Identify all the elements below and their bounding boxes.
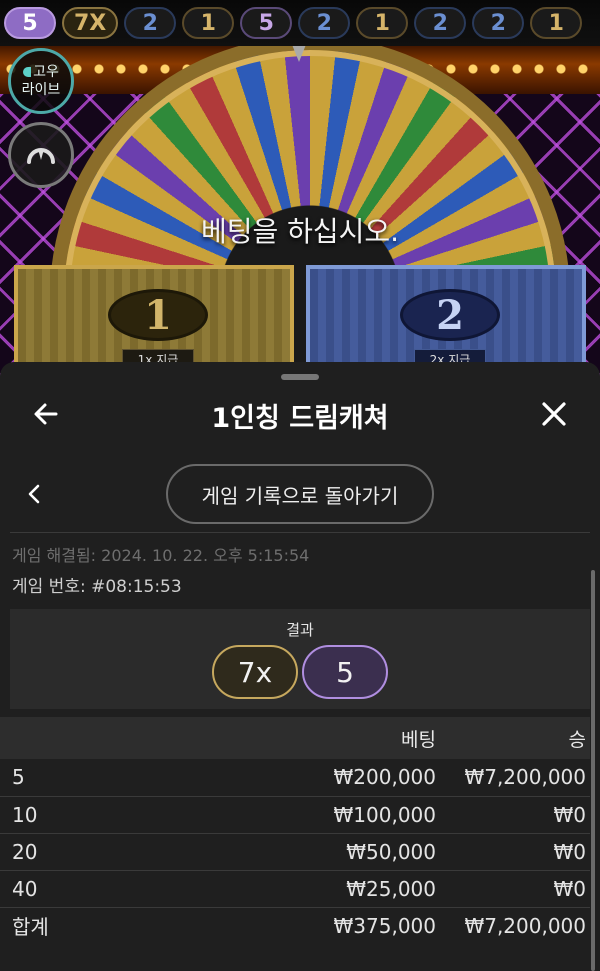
result-history-chip: 5 xyxy=(4,7,56,39)
table-row: 40 ₩25,000 ₩0 xyxy=(0,870,590,908)
cell-spot: 10 xyxy=(0,796,180,834)
cell-total-bet: ₩375,000 xyxy=(333,913,436,938)
live-lobby-button[interactable]: 고우 라이브 xyxy=(8,48,74,114)
table-total-row: 합계 ₩375,000 ₩7,200,000 xyxy=(0,907,590,944)
result-history-chip: 5 xyxy=(240,7,293,39)
result-history-strip: 5 7X 2 1 5 2 1 2 2 1 xyxy=(0,0,600,46)
column-header-spot xyxy=(0,717,180,759)
game-history-sheet: 1인칭 드림캐쳐 게임 기록으로 돌아가기 게임 해결됨: 2024. 10. … xyxy=(0,362,600,971)
game-number: 게임 번호: #08:15:53 xyxy=(12,577,182,597)
bet-spot-number: 2 xyxy=(400,289,500,341)
cell-bet: ₩100,000 xyxy=(180,796,450,834)
result-history-chip: 2 xyxy=(298,7,351,39)
result-history-chip: 7X xyxy=(62,7,119,39)
cell-spot: 5 xyxy=(0,759,180,797)
cell-bet: ₩25,000 xyxy=(180,870,450,908)
result-history-chip: 2 xyxy=(414,7,467,39)
divider xyxy=(10,532,590,533)
result-history-chip: 1 xyxy=(356,7,409,39)
game-resolved-time: 게임 해결됨: 2024. 10. 22. 오후 5:15:54 xyxy=(12,546,310,565)
live-logo-icon xyxy=(23,67,32,77)
cell-win: ₩7,200,000 xyxy=(450,759,590,797)
column-header-bet: 베팅 xyxy=(180,717,450,759)
chevron-left-icon xyxy=(28,484,40,504)
cell-win: ₩0 xyxy=(450,870,590,908)
result-label: 결과 xyxy=(286,621,314,639)
cell-bet: ₩50,000 xyxy=(180,833,450,871)
bets-table: 베팅 승 5 ₩200,000 ₩7,200,000 10 ₩100,000 ₩… xyxy=(0,717,590,944)
sheet-drag-handle[interactable] xyxy=(281,374,319,380)
cell-win: ₩0 xyxy=(450,796,590,834)
close-button[interactable] xyxy=(534,394,574,434)
result-history-chip: 1 xyxy=(530,7,583,39)
cell-spot: 20 xyxy=(0,833,180,871)
table-row: 20 ₩50,000 ₩0 xyxy=(0,833,590,871)
result-panel: 결과 7x 5 xyxy=(10,609,590,709)
statistics-button[interactable] xyxy=(8,122,74,188)
column-header-win: 승 xyxy=(450,717,590,759)
sheet-header: 1인칭 드림캐쳐 xyxy=(0,384,600,444)
sheet-title: 1인칭 드림캐쳐 xyxy=(211,403,389,434)
cell-bet: ₩200,000 xyxy=(180,759,450,797)
previous-button[interactable] xyxy=(18,476,50,512)
live-button-line2: 라이브 xyxy=(21,82,61,98)
result-history-chip: 2 xyxy=(124,7,177,39)
cell-spot: 40 xyxy=(0,870,180,908)
close-icon xyxy=(542,402,566,426)
table-row: 5 ₩200,000 ₩7,200,000 xyxy=(0,759,590,797)
cell-total-label: 합계 xyxy=(12,915,49,940)
result-history-chip: 2 xyxy=(472,7,525,39)
table-row: 10 ₩100,000 ₩0 xyxy=(0,796,590,834)
result-multiplier-badge: 7x xyxy=(212,645,298,699)
bet-prompt-text: 베팅을 하십시오. xyxy=(200,215,400,248)
back-to-history-button[interactable]: 게임 기록으로 돌아가기 xyxy=(166,464,434,524)
table-header-row: 베팅 승 xyxy=(0,717,590,759)
live-button-line1: 고우 xyxy=(33,64,59,80)
bet-spot-number: 1 xyxy=(108,289,208,341)
cell-total-win: ₩7,200,000 xyxy=(464,913,586,938)
result-history-chip: 1 xyxy=(182,7,235,39)
cell-win: ₩0 xyxy=(450,833,590,871)
result-number-badge: 5 xyxy=(302,645,388,699)
history-nav-row: 게임 기록으로 돌아가기 xyxy=(0,462,600,526)
gauge-icon xyxy=(27,148,55,164)
sheet-scrollbar[interactable] xyxy=(591,570,595,971)
game-view: 5 7X 2 1 5 2 1 2 2 1 고우 라이브 베팅을 하십시오. 1 1x 지급 2 2… xyxy=(0,0,600,380)
